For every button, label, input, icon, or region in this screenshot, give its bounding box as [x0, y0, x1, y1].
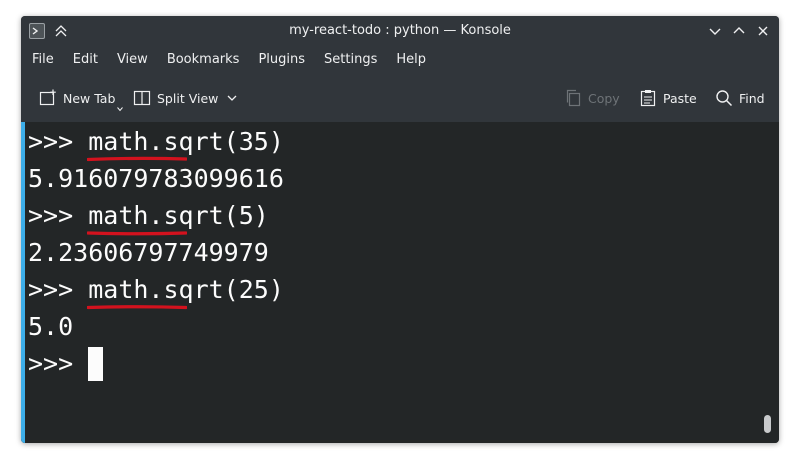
copy-icon: [566, 89, 581, 107]
menu-bookmarks[interactable]: Bookmarks: [159, 48, 248, 72]
terminal-input-line: >>> math.sqrt(25): [28, 273, 284, 310]
new-tab-menu-arrow-icon: [117, 107, 124, 112]
search-icon: [716, 90, 733, 107]
close-button[interactable]: [753, 21, 773, 41]
terminal-output-line: 5.0: [28, 312, 74, 341]
minimize-button[interactable]: [705, 21, 725, 41]
window-title: my-react-todo : python — Konsole: [289, 23, 511, 38]
paste-icon: [640, 90, 656, 107]
maximize-button[interactable]: [729, 21, 749, 41]
command-text: math.sqrt(35): [87, 125, 284, 162]
terminal-prompt-line: >>>: [28, 347, 104, 381]
menu-help[interactable]: Help: [388, 48, 434, 72]
terminal-view[interactable]: >>> math.sqrt(35) 5.916079783099616 >>> …: [21, 122, 779, 443]
split-view-icon: [133, 90, 151, 106]
paste-button[interactable]: Paste: [639, 86, 697, 110]
split-view-label: Split View: [157, 90, 219, 106]
split-view-button[interactable]: Split View: [133, 86, 238, 110]
copy-button[interactable]: Copy: [564, 86, 620, 110]
command-text-value: math.sqrt(25): [88, 275, 284, 304]
new-tab-button[interactable]: New Tab: [39, 86, 124, 112]
paste-label: Paste: [663, 90, 697, 106]
find-button[interactable]: Find: [715, 86, 765, 110]
command-text: math.sqrt(25): [87, 273, 284, 310]
find-label: Find: [739, 90, 765, 106]
text-cursor: [88, 347, 104, 381]
new-tab-label: New Tab: [63, 90, 116, 106]
prompt: >>>: [28, 127, 89, 156]
menu-edit[interactable]: Edit: [65, 48, 106, 72]
title-bar: my-react-todo : python — Konsole: [21, 16, 779, 46]
split-view-dropdown-icon: [227, 95, 237, 101]
konsole-window: my-react-todo : python — Konsole File Ed…: [21, 16, 779, 443]
new-tab-icon: [39, 89, 56, 106]
prompt: >>>: [28, 201, 89, 230]
command-text-value: math.sqrt(35): [88, 127, 284, 156]
prompt: >>>: [28, 275, 89, 304]
menu-plugins[interactable]: Plugins: [250, 48, 313, 72]
red-underline-annotation: [87, 305, 188, 310]
menu-bar: File Edit View Bookmarks Plugins Setting…: [21, 46, 779, 74]
command-text-value: math.sqrt(5): [88, 201, 269, 230]
prompt: >>>: [28, 349, 89, 378]
terminal-input-line: >>> math.sqrt(35): [28, 125, 284, 162]
terminal-input-line: >>> math.sqrt(5): [28, 199, 269, 236]
menu-view[interactable]: View: [109, 48, 156, 72]
menu-settings[interactable]: Settings: [316, 48, 385, 72]
scrollbar-handle[interactable]: [764, 415, 771, 433]
command-text: math.sqrt(5): [87, 199, 269, 236]
terminal-output-line: 5.916079783099616: [28, 164, 284, 193]
toolbar: New Tab Split View Copy Paste Find: [21, 74, 779, 122]
menu-file[interactable]: File: [24, 48, 62, 72]
terminal-output-line: 2.23606797749979: [28, 238, 269, 267]
copy-label: Copy: [588, 90, 620, 106]
